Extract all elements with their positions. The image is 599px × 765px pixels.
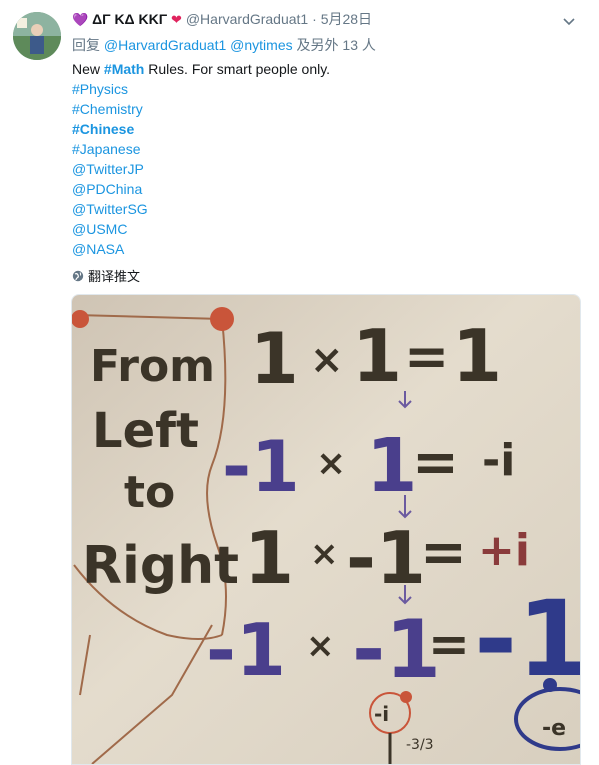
- hashtag-math[interactable]: #Math: [104, 61, 144, 77]
- fraction-label: -3/3: [406, 737, 434, 753]
- row4-a: -1: [206, 608, 286, 692]
- tweet-photo[interactable]: From Left to Right 1 × 1 = 1 -1 × 1 = -i: [71, 294, 581, 765]
- reply-mention[interactable]: @nytimes: [230, 37, 292, 53]
- reply-suffix[interactable]: 及另外 13 人: [297, 37, 376, 53]
- row3-op: ×: [310, 534, 339, 574]
- mention-usmc[interactable]: @USMC: [72, 221, 127, 237]
- purple-heart-icon: 💜: [72, 12, 89, 27]
- row3-eq: =: [420, 520, 467, 585]
- row2-a: -1: [222, 426, 300, 508]
- translate-tweet-link[interactable]: 翻译推文: [72, 266, 140, 285]
- mention-twittersg[interactable]: @TwitterSG: [72, 201, 148, 217]
- reply-prefix: 回复: [72, 37, 100, 53]
- word-left: Left: [92, 403, 199, 459]
- translate-label: 翻译推文: [88, 269, 141, 284]
- tweet-header: 💜 ΔΓ ΚΔ ΚΚΓ ❤ @HarvardGraduat1 · 5月28日: [72, 10, 372, 28]
- circle-label: -i: [374, 702, 389, 726]
- mention-nasa[interactable]: @NASA: [72, 241, 124, 257]
- timestamp[interactable]: 5月28日: [321, 11, 372, 27]
- hashtag-physics[interactable]: #Physics: [72, 81, 128, 97]
- mention-twitterjp[interactable]: @TwitterJP: [72, 161, 144, 177]
- globe-icon: [72, 270, 84, 281]
- tweet: 💜 ΔΓ ΚΔ ΚΚΓ ❤ @HarvardGraduat1 · 5月28日 回…: [0, 0, 599, 765]
- hashtag-chinese[interactable]: #Chinese: [72, 121, 134, 137]
- row1-r: 1: [452, 314, 502, 398]
- avatar[interactable]: [13, 12, 61, 60]
- text-line: New #Math Rules. For smart people only.: [72, 59, 330, 79]
- word-right: Right: [82, 536, 239, 596]
- row3-a: 1: [244, 516, 294, 600]
- row3-r: +i: [478, 525, 530, 576]
- row1-a: 1: [250, 318, 299, 400]
- reply-mention[interactable]: @HarvardGraduat1: [104, 37, 226, 53]
- row2-eq: =: [412, 430, 459, 495]
- row1-op: ×: [310, 337, 344, 383]
- row3-b: -1: [346, 516, 426, 600]
- row4-eq: =: [428, 615, 470, 673]
- chevron-down-icon[interactable]: [561, 13, 577, 29]
- user-handle[interactable]: @HarvardGraduat1: [186, 11, 308, 27]
- word-to: to: [124, 467, 175, 518]
- text-prefix: New: [72, 61, 104, 77]
- whiteboard-image: From Left to Right 1 × 1 = 1 -1 × 1 = -i: [72, 295, 580, 764]
- hashtag-chemistry[interactable]: #Chemistry: [72, 101, 143, 117]
- display-name[interactable]: ΔΓ ΚΔ ΚΚΓ: [92, 11, 167, 27]
- row4-op: ×: [306, 626, 335, 666]
- row1-b: 1: [352, 314, 402, 398]
- text-suffix: Rules. For smart people only.: [144, 61, 331, 77]
- row2-b: 1: [366, 423, 418, 509]
- word-from: From: [90, 341, 215, 392]
- row2-r: -i: [482, 435, 515, 486]
- tweet-text: New #Math Rules. For smart people only. …: [72, 59, 330, 259]
- row1-eq: =: [404, 325, 449, 388]
- reply-context: 回复 @HarvardGraduat1 @nytimes 及另外 13 人: [72, 35, 376, 55]
- hashtag-japanese[interactable]: #Japanese: [72, 141, 141, 157]
- row4-r: -1: [474, 578, 580, 700]
- corner-label: -e: [542, 716, 566, 741]
- row2-op: ×: [316, 443, 346, 484]
- red-heart-icon: ❤: [171, 12, 182, 27]
- mention-pdchina[interactable]: @PDChina: [72, 181, 142, 197]
- separator: ·: [312, 11, 317, 27]
